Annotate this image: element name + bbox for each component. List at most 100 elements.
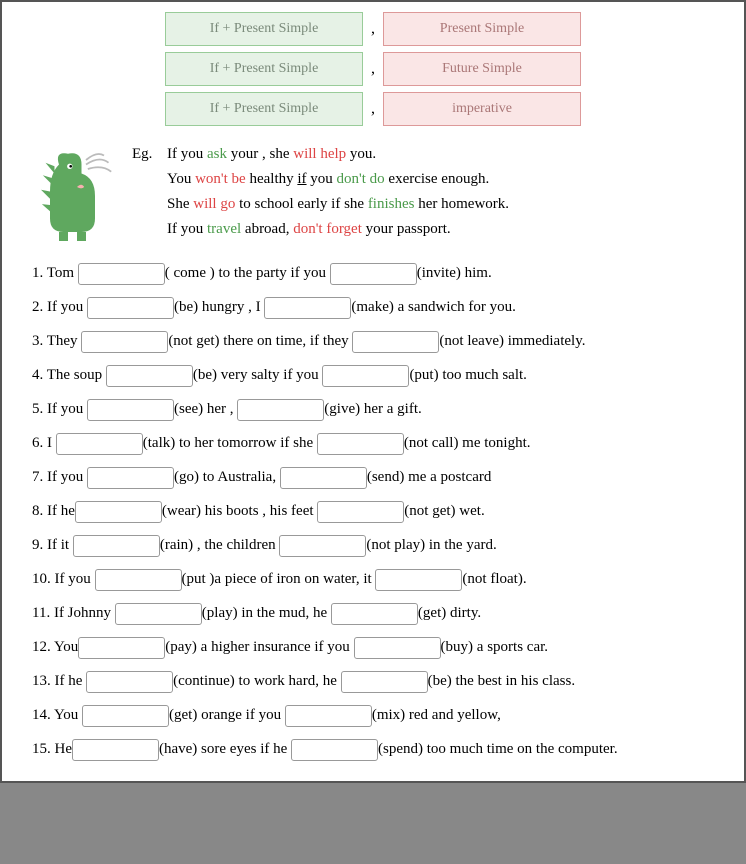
example-block: Eg.If you ask your , she will help you.Y… [32, 141, 714, 246]
question-text: (rain) , the children [160, 537, 280, 553]
question-text: (not call) me tonight. [404, 435, 531, 451]
answer-blank[interactable] [81, 331, 168, 353]
question-1: 1. Tom ( come ) to the party if you (inv… [32, 261, 714, 285]
question-text: (invite) him. [417, 265, 492, 281]
question-text: (be) the best in his class. [428, 673, 575, 689]
rules-table: If + Present Simple,Present SimpleIf + P… [32, 12, 714, 126]
question-3: 3. They (not get) there on time, if they… [32, 329, 714, 353]
example-lines: Eg.If you ask your , she will help you.Y… [132, 141, 509, 238]
question-13: 13. If he (continue) to work hard, he (b… [32, 669, 714, 693]
question-7: 7. If you (go) to Australia, (send) me a… [32, 465, 714, 489]
question-text: (get) dirty. [418, 605, 481, 621]
question-text: 11. If Johnny [32, 605, 115, 621]
answer-blank[interactable] [87, 297, 174, 319]
question-text: ( come ) to the party if you [165, 265, 330, 281]
question-text: (not get) wet. [404, 503, 484, 519]
answer-blank[interactable] [375, 569, 462, 591]
if-clause-box: If + Present Simple [165, 52, 363, 86]
answer-blank[interactable] [73, 535, 160, 557]
question-text: (put )a piece of iron on water, it [182, 571, 376, 587]
answer-blank[interactable] [322, 365, 409, 387]
eg-label: Eg. [132, 146, 167, 163]
question-text: (be) very salty if you [193, 367, 323, 383]
question-text: (get) orange if you [169, 707, 285, 723]
result-clause-box: imperative [383, 92, 581, 126]
question-text: (talk) to her tomorrow if she [143, 435, 317, 451]
question-text: (not get) there on time, if they [168, 333, 352, 349]
question-text: 6. I [32, 435, 56, 451]
questions: 1. Tom ( come ) to the party if you (inv… [32, 261, 714, 761]
answer-blank[interactable] [82, 705, 169, 727]
question-text: 7. If you [32, 469, 87, 485]
question-11: 11. If Johnny (play) in the mud, he (get… [32, 601, 714, 625]
answer-blank[interactable] [87, 399, 174, 421]
dino-icon [32, 146, 122, 246]
answer-blank[interactable] [330, 263, 417, 285]
question-text: 4. The soup [32, 367, 106, 383]
answer-blank[interactable] [352, 331, 439, 353]
comma: , [371, 100, 375, 118]
answer-blank[interactable] [56, 433, 143, 455]
question-text: (spend) too much time on the computer. [378, 741, 618, 757]
answer-blank[interactable] [280, 467, 367, 489]
answer-blank[interactable] [237, 399, 324, 421]
question-8: 8. If he(wear) his boots , his feet (not… [32, 499, 714, 523]
question-text: (give) her a gift. [324, 401, 421, 417]
answer-blank[interactable] [78, 263, 165, 285]
question-text: (buy) a sports car. [441, 639, 548, 655]
answer-blank[interactable] [86, 671, 173, 693]
question-text: 2. If you [32, 299, 87, 315]
answer-blank[interactable] [264, 297, 351, 319]
question-6: 6. I (talk) to her tomorrow if she (not … [32, 431, 714, 455]
answer-blank[interactable] [279, 535, 366, 557]
question-text: (be) hungry , I [174, 299, 264, 315]
question-text: 9. If it [32, 537, 73, 553]
answer-blank[interactable] [341, 671, 428, 693]
question-text: 10. If you [32, 571, 95, 587]
answer-blank[interactable] [317, 433, 404, 455]
question-text: (make) a sandwich for you. [351, 299, 516, 315]
comma: , [371, 60, 375, 78]
answer-blank[interactable] [331, 603, 418, 625]
question-text: 14. You [32, 707, 82, 723]
question-text: (send) me a postcard [367, 469, 492, 485]
question-text: 1. Tom [32, 265, 78, 281]
question-text: (not leave) immediately. [439, 333, 585, 349]
answer-blank[interactable] [75, 501, 162, 523]
question-9: 9. If it (rain) , the children (not play… [32, 533, 714, 557]
rule-row: If + Present Simple,Present Simple [165, 12, 581, 46]
rule-row: If + Present Simple, Future Simple [165, 52, 581, 86]
answer-blank[interactable] [291, 739, 378, 761]
worksheet-page: If + Present Simple,Present SimpleIf + P… [0, 0, 746, 783]
rule-row: If + Present Simple,imperative [165, 92, 581, 126]
question-text: 3. They [32, 333, 81, 349]
answer-blank[interactable] [87, 467, 174, 489]
example-line: Eg.If you ask your , she will help you. [132, 146, 509, 163]
question-text: (pay) a higher insurance if you [165, 639, 353, 655]
question-5: 5. If you (see) her , (give) her a gift. [32, 397, 714, 421]
example-line: If you travel abroad, don't forget your … [132, 221, 509, 238]
question-text: 15. He [32, 741, 72, 757]
example-line: She will go to school early if she finis… [132, 196, 509, 213]
question-12: 12. You(pay) a higher insurance if you (… [32, 635, 714, 659]
question-text: (mix) red and yellow, [372, 707, 501, 723]
answer-blank[interactable] [317, 501, 404, 523]
if-clause-box: If + Present Simple [165, 12, 363, 46]
answer-blank[interactable] [106, 365, 193, 387]
answer-blank[interactable] [95, 569, 182, 591]
answer-blank[interactable] [78, 637, 165, 659]
answer-blank[interactable] [115, 603, 202, 625]
result-clause-box: Future Simple [383, 52, 581, 86]
answer-blank[interactable] [354, 637, 441, 659]
answer-blank[interactable] [72, 739, 159, 761]
question-2: 2. If you (be) hungry , I (make) a sandw… [32, 295, 714, 319]
question-4: 4. The soup (be) very salty if you (put)… [32, 363, 714, 387]
question-text: 5. If you [32, 401, 87, 417]
question-text: (go) to Australia, [174, 469, 280, 485]
comma: , [371, 20, 375, 38]
question-text: (not float). [462, 571, 526, 587]
question-text: (see) her , [174, 401, 237, 417]
answer-blank[interactable] [285, 705, 372, 727]
question-text: (wear) his boots , his feet [162, 503, 317, 519]
question-text: (have) sore eyes if he [159, 741, 291, 757]
